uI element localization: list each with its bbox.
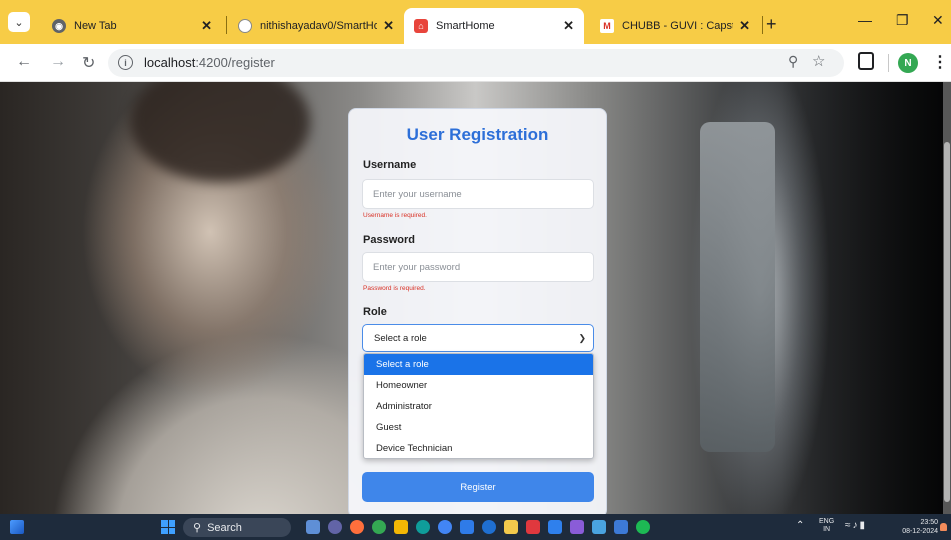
- role-option-homeowner[interactable]: Homeowner: [364, 375, 593, 396]
- clock-time: 23:50: [920, 519, 938, 526]
- registration-card: User Registration Username Username is r…: [348, 108, 607, 514]
- tab-separator: [226, 16, 227, 34]
- extensions-icon[interactable]: [858, 52, 874, 70]
- star-icon[interactable]: ☆: [812, 52, 825, 70]
- register-button[interactable]: Register: [362, 472, 594, 502]
- page-viewport: User Registration Username Username is r…: [0, 82, 951, 514]
- github-icon: [238, 19, 252, 33]
- zoom-icon[interactable]: ⚲: [788, 53, 798, 70]
- taskbar-clock[interactable]: 23:50 08-12-2024: [896, 518, 938, 536]
- url-host: localhost: [144, 55, 196, 70]
- background-photo-shade: [781, 82, 951, 514]
- page-scrollbar-thumb[interactable]: [944, 142, 950, 502]
- chevron-down-icon: ⌄: [14, 16, 24, 29]
- close-tab-icon[interactable]: ✕: [739, 18, 750, 34]
- chevron-down-icon: ❯: [578, 333, 586, 343]
- start-icon[interactable]: [161, 520, 175, 534]
- chrome-icon[interactable]: [482, 520, 496, 534]
- language-code: ENG: [819, 518, 835, 525]
- taskbar-search[interactable]: ⚲ Search: [183, 518, 291, 537]
- browser-tab-strip: ⌄ ◉ New Tab ✕ nithishayadav0/SmartHome ✕…: [0, 0, 951, 44]
- back-icon[interactable]: ←: [16, 53, 32, 71]
- role-option-administrator[interactable]: Administrator: [364, 396, 593, 417]
- task-view-icon[interactable]: [306, 520, 320, 534]
- toolbar-separator: [888, 54, 889, 72]
- wifi-volume-battery-icon[interactable]: ≈♪▮: [845, 520, 867, 531]
- os-taskbar: ⚲ Search ⌃ ENG IN ≈♪▮ 23:50 08-12-2024: [0, 514, 951, 540]
- edge-icon[interactable]: [416, 520, 430, 534]
- background-photo-shape: [700, 122, 775, 452]
- password-input[interactable]: [362, 252, 594, 282]
- url-text: localhost:4200/register: [144, 55, 275, 70]
- address-bar[interactable]: i localhost:4200/register ⚲ ☆: [108, 49, 844, 77]
- tab-search-button[interactable]: ⌄: [8, 12, 30, 32]
- chrome-icon[interactable]: [438, 520, 452, 534]
- tab-separator: [762, 16, 763, 34]
- password-error: Password is required.: [363, 285, 426, 292]
- close-icon[interactable]: ✕: [932, 12, 944, 29]
- tab-gmail[interactable]: M CHUBB - GUVI : Capstone Pr ✕: [590, 8, 760, 44]
- role-option-select[interactable]: Select a role: [364, 354, 593, 375]
- file-explorer-icon[interactable]: [394, 520, 408, 534]
- tab-title: New Tab: [74, 20, 117, 32]
- tab-github[interactable]: nithishayadav0/SmartHome ✕: [228, 8, 404, 44]
- clock-date: 08-12-2024: [902, 528, 938, 535]
- background-photo-shape: [130, 82, 310, 182]
- role-select[interactable]: Select a role ❯: [362, 324, 594, 352]
- photos-icon[interactable]: [614, 520, 628, 534]
- vscode-icon[interactable]: [548, 520, 562, 534]
- close-tab-icon[interactable]: ✕: [201, 18, 212, 34]
- tab-smarthome[interactable]: ⌂ SmartHome ✕: [404, 8, 584, 44]
- app-icon[interactable]: [460, 520, 474, 534]
- form-title: User Registration: [406, 125, 549, 144]
- chrome-icon: ◉: [52, 19, 66, 33]
- browser-toolbar: ← → ↻ i localhost:4200/register ⚲ ☆ N ⋮: [0, 44, 951, 82]
- minimize-icon[interactable]: —: [858, 12, 872, 28]
- close-tab-icon[interactable]: ✕: [563, 18, 574, 34]
- spotify-icon[interactable]: [636, 520, 650, 534]
- smarthome-icon: ⌂: [414, 19, 428, 33]
- search-icon: ⚲: [193, 522, 202, 534]
- info-icon[interactable]: i: [118, 55, 133, 70]
- forward-icon[interactable]: →: [50, 53, 66, 71]
- folder-icon[interactable]: [504, 520, 518, 534]
- url-path: :4200/register: [195, 55, 275, 70]
- profile-avatar[interactable]: N: [898, 53, 918, 73]
- username-error: Username is required.: [363, 212, 427, 219]
- close-tab-icon[interactable]: ✕: [383, 18, 394, 34]
- gmail-icon: M: [600, 19, 614, 33]
- widgets-icon[interactable]: [10, 520, 24, 534]
- visual-studio-icon[interactable]: [570, 520, 584, 534]
- teams-icon[interactable]: [328, 520, 342, 534]
- brave-icon[interactable]: [526, 520, 540, 534]
- kebab-menu-icon[interactable]: ⋮: [932, 52, 948, 72]
- tab-title: nithishayadav0/SmartHome: [260, 20, 378, 32]
- tab-new-tab[interactable]: ◉ New Tab ✕: [42, 8, 222, 44]
- stock-watermark: [18, 322, 38, 512]
- role-label: Role: [363, 306, 387, 318]
- new-tab-button[interactable]: +: [766, 14, 777, 35]
- app-icon[interactable]: [350, 520, 364, 534]
- tab-title: SmartHome: [436, 20, 495, 32]
- chrome-icon[interactable]: [372, 520, 386, 534]
- tray-overflow-icon[interactable]: ⌃: [796, 520, 804, 531]
- username-label: Username: [363, 159, 417, 171]
- role-select-value: Select a role: [374, 332, 427, 344]
- taskbar-search-label: Search: [207, 521, 242, 534]
- restore-icon[interactable]: ❐: [896, 12, 909, 29]
- app-icon[interactable]: [592, 520, 606, 534]
- notification-icon[interactable]: [940, 523, 947, 531]
- tab-title: CHUBB - GUVI : Capstone Pr: [622, 20, 733, 32]
- role-option-device-technician[interactable]: Device Technician: [364, 438, 593, 458]
- password-label: Password: [363, 234, 415, 246]
- role-dropdown: Select a role Homeowner Administrator Gu…: [363, 353, 594, 459]
- language-indicator[interactable]: ENG IN: [819, 518, 834, 534]
- username-input[interactable]: [362, 179, 594, 209]
- reload-icon[interactable]: ↻: [82, 53, 95, 73]
- region-code: IN: [823, 526, 831, 533]
- role-option-guest[interactable]: Guest: [364, 417, 593, 438]
